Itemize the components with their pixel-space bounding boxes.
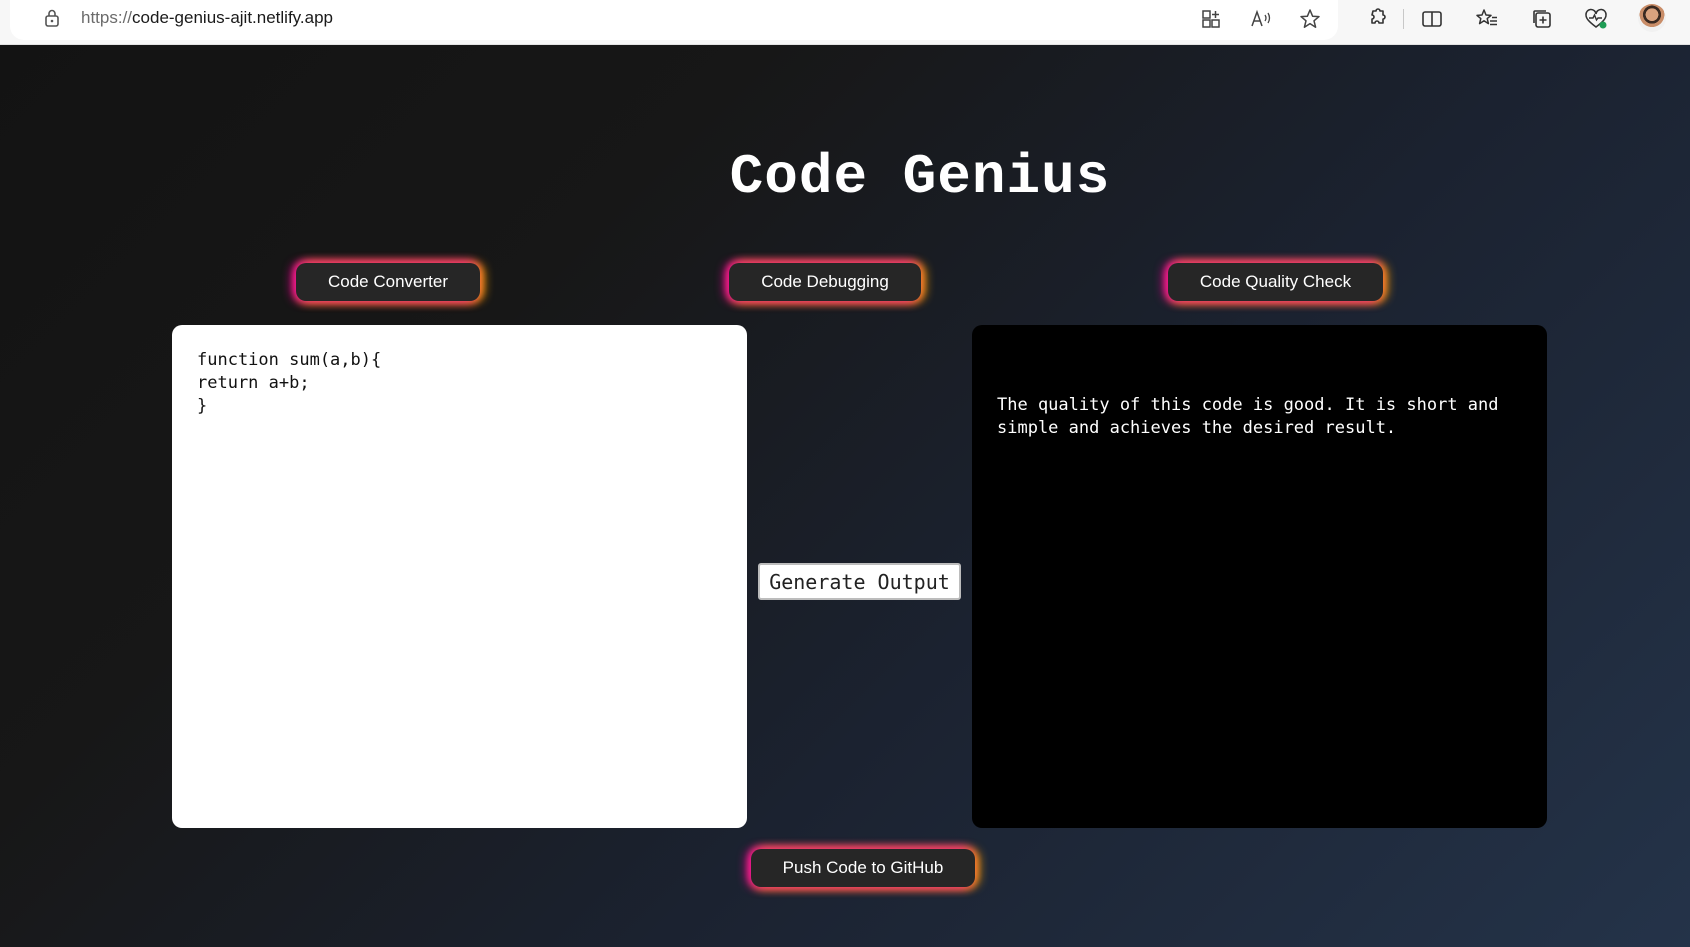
output-text: The quality of this code is good. It is … xyxy=(997,395,1499,438)
collections-icon[interactable] xyxy=(1529,6,1555,32)
browser-toolbar: https://code-genius-ajit.netlify.app xyxy=(0,0,1690,45)
profile-avatar[interactable] xyxy=(1638,4,1666,32)
read-aloud-icon[interactable] xyxy=(1248,6,1274,32)
code-line: return a+b; xyxy=(197,373,310,393)
url-scheme: https:// xyxy=(81,8,133,27)
split-screen-icon[interactable] xyxy=(1419,6,1445,32)
toolbar-divider xyxy=(1403,9,1404,29)
favorites-icon[interactable] xyxy=(1474,6,1500,32)
output-panel: The quality of this code is good. It is … xyxy=(972,325,1547,828)
url-text[interactable]: https://code-genius-ajit.netlify.app xyxy=(81,8,333,28)
lock-icon[interactable] xyxy=(42,8,62,28)
page-title: Code Genius xyxy=(729,145,1111,209)
code-line: } xyxy=(197,396,208,416)
app-page: Code Genius Code Converter Code Debuggin… xyxy=(0,45,1690,947)
favorite-star-icon[interactable] xyxy=(1297,6,1323,32)
address-bar[interactable]: https://code-genius-ajit.netlify.app xyxy=(10,0,1338,40)
url-host: code-genius-ajit.netlify.app xyxy=(132,8,334,27)
extensions-icon[interactable] xyxy=(1363,6,1389,32)
code-input-editor[interactable]: function sum(a,b){ return a+b;} xyxy=(172,325,747,828)
browser-essentials-icon[interactable] xyxy=(1583,6,1609,32)
app-available-icon[interactable] xyxy=(1198,6,1224,32)
code-line: function sum(a,b){ xyxy=(197,350,382,370)
push-to-github-button[interactable]: Push Code to GitHub xyxy=(751,849,975,887)
generate-output-button[interactable]: Generate Output xyxy=(758,563,961,600)
tab-code-converter[interactable]: Code Converter xyxy=(296,263,480,301)
tab-code-quality-check[interactable]: Code Quality Check xyxy=(1168,263,1383,301)
tab-code-debugging[interactable]: Code Debugging xyxy=(729,263,921,301)
